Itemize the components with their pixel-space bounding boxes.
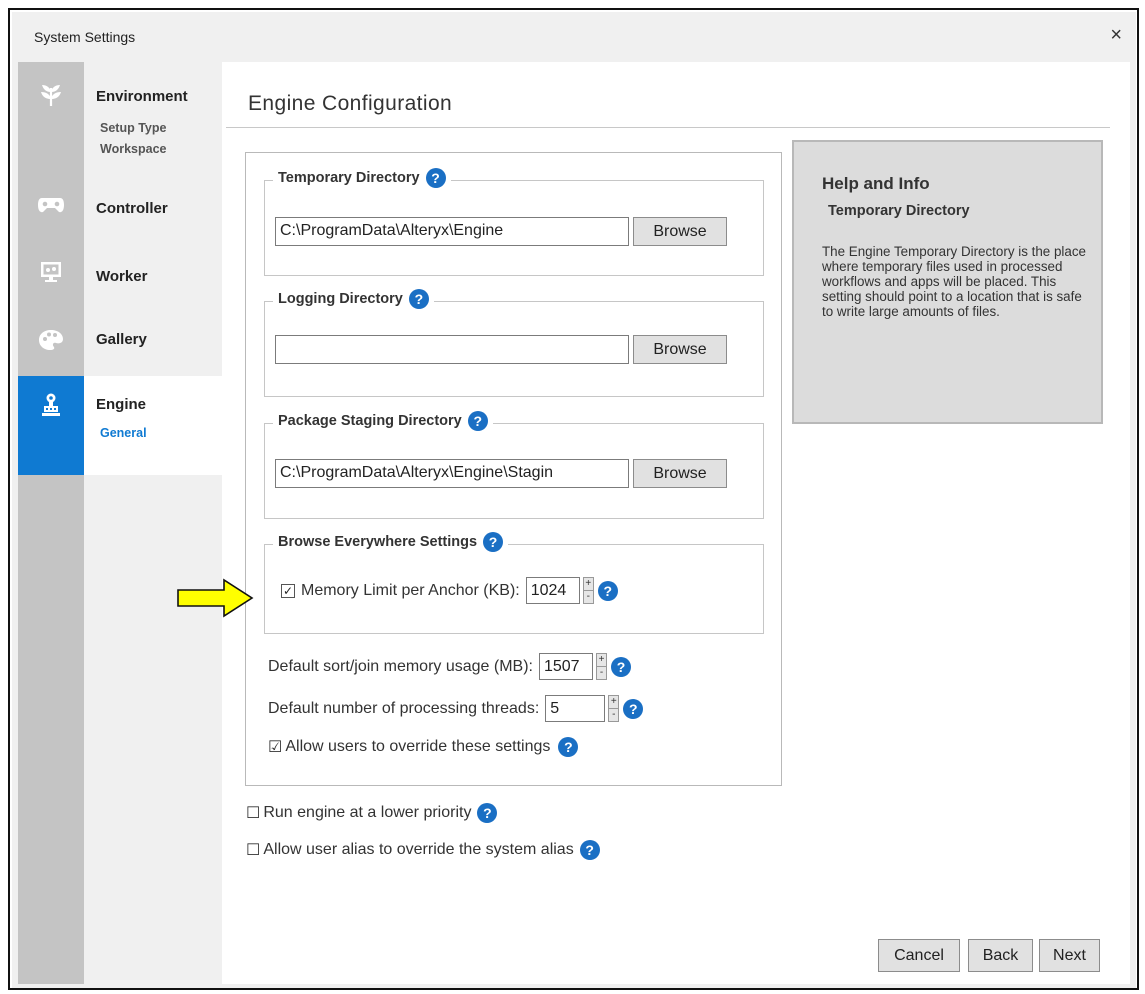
memory-limit-input[interactable]: 1024 [525,577,580,604]
sort-join-memory-label: Default sort/join memory usage (MB): [268,657,533,675]
alias-override-label: Allow user alias to override the system … [263,841,574,858]
decrement-icon[interactable]: - [596,666,606,679]
nav-engine-block: Engine General [84,376,222,475]
browse-everywhere-legend: Browse Everywhere Settings ? [273,532,509,552]
decrement-icon[interactable]: - [583,590,593,603]
nav-sub-general[interactable]: General [100,426,147,440]
sort-join-memory-stepper[interactable]: + - [595,653,607,680]
low-priority-label: Run engine at a lower priority [263,804,472,821]
help-icon[interactable]: ? [408,289,429,309]
memory-limit-row: ✓ Memory Limit per Anchor (KB): 1024 + -… [281,577,618,604]
memory-limit-stepper[interactable]: + - [582,577,594,604]
help-icon[interactable]: ? [467,411,488,431]
title-divider [226,127,1110,128]
help-icon[interactable]: ? [610,656,631,677]
temporary-directory-label: Temporary Directory [278,170,420,186]
logging-directory-legend: Logging Directory ? [273,289,434,309]
rail-controller[interactable] [18,184,84,228]
package-staging-directory-input[interactable]: C:\ProgramData\Alteryx\Engine\Stagin [275,459,629,488]
rail-environment[interactable] [18,72,84,126]
annotation-arrow-icon [177,578,254,618]
help-icon[interactable]: ? [558,737,579,757]
nav-worker[interactable]: Worker [96,268,147,285]
help-icon[interactable]: ? [477,803,498,823]
screenshot-frame: System Settings × Environment Setup Type… [8,8,1139,990]
nav-controller[interactable]: Controller [96,200,168,217]
logging-directory-group: Logging Directory ? Browse [264,289,764,397]
sort-join-memory-row: Default sort/join memory usage (MB): 150… [268,653,631,680]
settings-window: System Settings × Environment Setup Type… [12,12,1136,988]
leaf-icon [41,85,61,106]
window-title: System Settings [34,29,136,45]
help-icon[interactable]: ? [425,168,446,188]
allow-override-checkbox[interactable]: ☑ [268,737,282,757]
logging-directory-input[interactable] [275,335,629,364]
engine-settings-panel: Temporary Directory ? C:\ProgramData\Alt… [245,152,782,786]
annotation-arrow-shape [177,578,254,618]
processing-threads-row: Default number of processing threads: 5 … [268,695,644,722]
processing-threads-input[interactable]: 5 [545,695,606,722]
icon-rail [18,62,84,984]
rail-engine[interactable] [18,376,84,475]
sort-join-memory-input[interactable]: 1507 [538,653,593,680]
nav-gallery[interactable]: Gallery [96,331,147,348]
logging-directory-label: Logging Directory [278,291,403,307]
next-button[interactable]: Next [1039,939,1100,972]
temporary-directory-input[interactable]: C:\ProgramData\Alteryx\Engine [275,217,629,246]
low-priority-checkbox[interactable]: ☐ [246,803,260,823]
processing-threads-label: Default number of processing threads: [268,699,540,717]
help-icon[interactable]: ? [579,840,600,860]
decrement-icon[interactable]: - [609,708,619,721]
back-button[interactable]: Back [968,939,1033,972]
page-title: Engine Configuration [248,92,453,115]
help-icon[interactable]: ? [483,532,504,552]
temporary-directory-group: Temporary Directory ? C:\ProgramData\Alt… [264,168,764,276]
help-and-info-panel: Help and Info Temporary Directory The En… [792,140,1103,424]
alias-override-row: ☐ Allow user alias to override the syste… [246,840,600,860]
memory-limit-label: Memory Limit per Anchor (KB): [301,581,520,599]
increment-icon[interactable]: + [609,696,618,708]
low-priority-row: ☐ Run engine at a lower priority ? [246,803,498,823]
increment-icon[interactable]: + [597,654,606,666]
help-subtitle: Temporary Directory [828,203,970,219]
monitor-icon [41,262,61,282]
help-body: The Engine Temporary Directory is the pl… [822,244,1086,319]
package-staging-directory-browse-button[interactable]: Browse [633,459,727,488]
allow-override-label: Allow users to override these settings [285,738,551,755]
palette-icon [39,330,63,350]
memory-limit-checkbox[interactable]: ✓ [281,583,295,598]
temporary-directory-legend: Temporary Directory ? [273,168,451,188]
dialog-content: Environment Setup Type Workspace Control… [18,62,1130,984]
rail-gallery[interactable] [18,318,84,362]
title-bar: System Settings × [12,12,1136,62]
close-icon[interactable]: × [1110,24,1122,47]
help-title: Help and Info [822,174,930,193]
browse-everywhere-group: Browse Everywhere Settings ? ✓ Memory Li… [264,532,764,634]
help-icon[interactable]: ? [597,580,618,601]
cancel-button[interactable]: Cancel [878,939,960,972]
package-staging-directory-legend: Package Staging Directory ? [273,411,493,431]
help-icon[interactable]: ? [623,698,644,719]
increment-icon[interactable]: + [584,578,593,590]
processing-threads-stepper[interactable]: + - [608,695,620,722]
nav-sub-setup-type[interactable]: Setup Type [100,121,166,135]
nav-engine[interactable]: Engine [96,396,146,413]
nav-environment[interactable]: Environment [96,88,188,105]
package-staging-directory-group: Package Staging Directory ? C:\ProgramDa… [264,411,764,519]
alias-override-checkbox[interactable]: ☐ [246,840,260,860]
logging-directory-browse-button[interactable]: Browse [633,335,727,364]
nav-sub-workspace[interactable]: Workspace [100,142,166,156]
package-staging-directory-label: Package Staging Directory [278,413,462,429]
allow-override-row: ☑ Allow users to override these settings… [268,737,579,757]
engine-icon [42,393,60,416]
temporary-directory-browse-button[interactable]: Browse [633,217,727,246]
browse-everywhere-label: Browse Everywhere Settings [278,534,478,550]
settings-nav: Environment Setup Type Workspace Control… [84,62,222,984]
gamepad-icon [38,198,64,213]
rail-worker[interactable] [18,252,84,296]
